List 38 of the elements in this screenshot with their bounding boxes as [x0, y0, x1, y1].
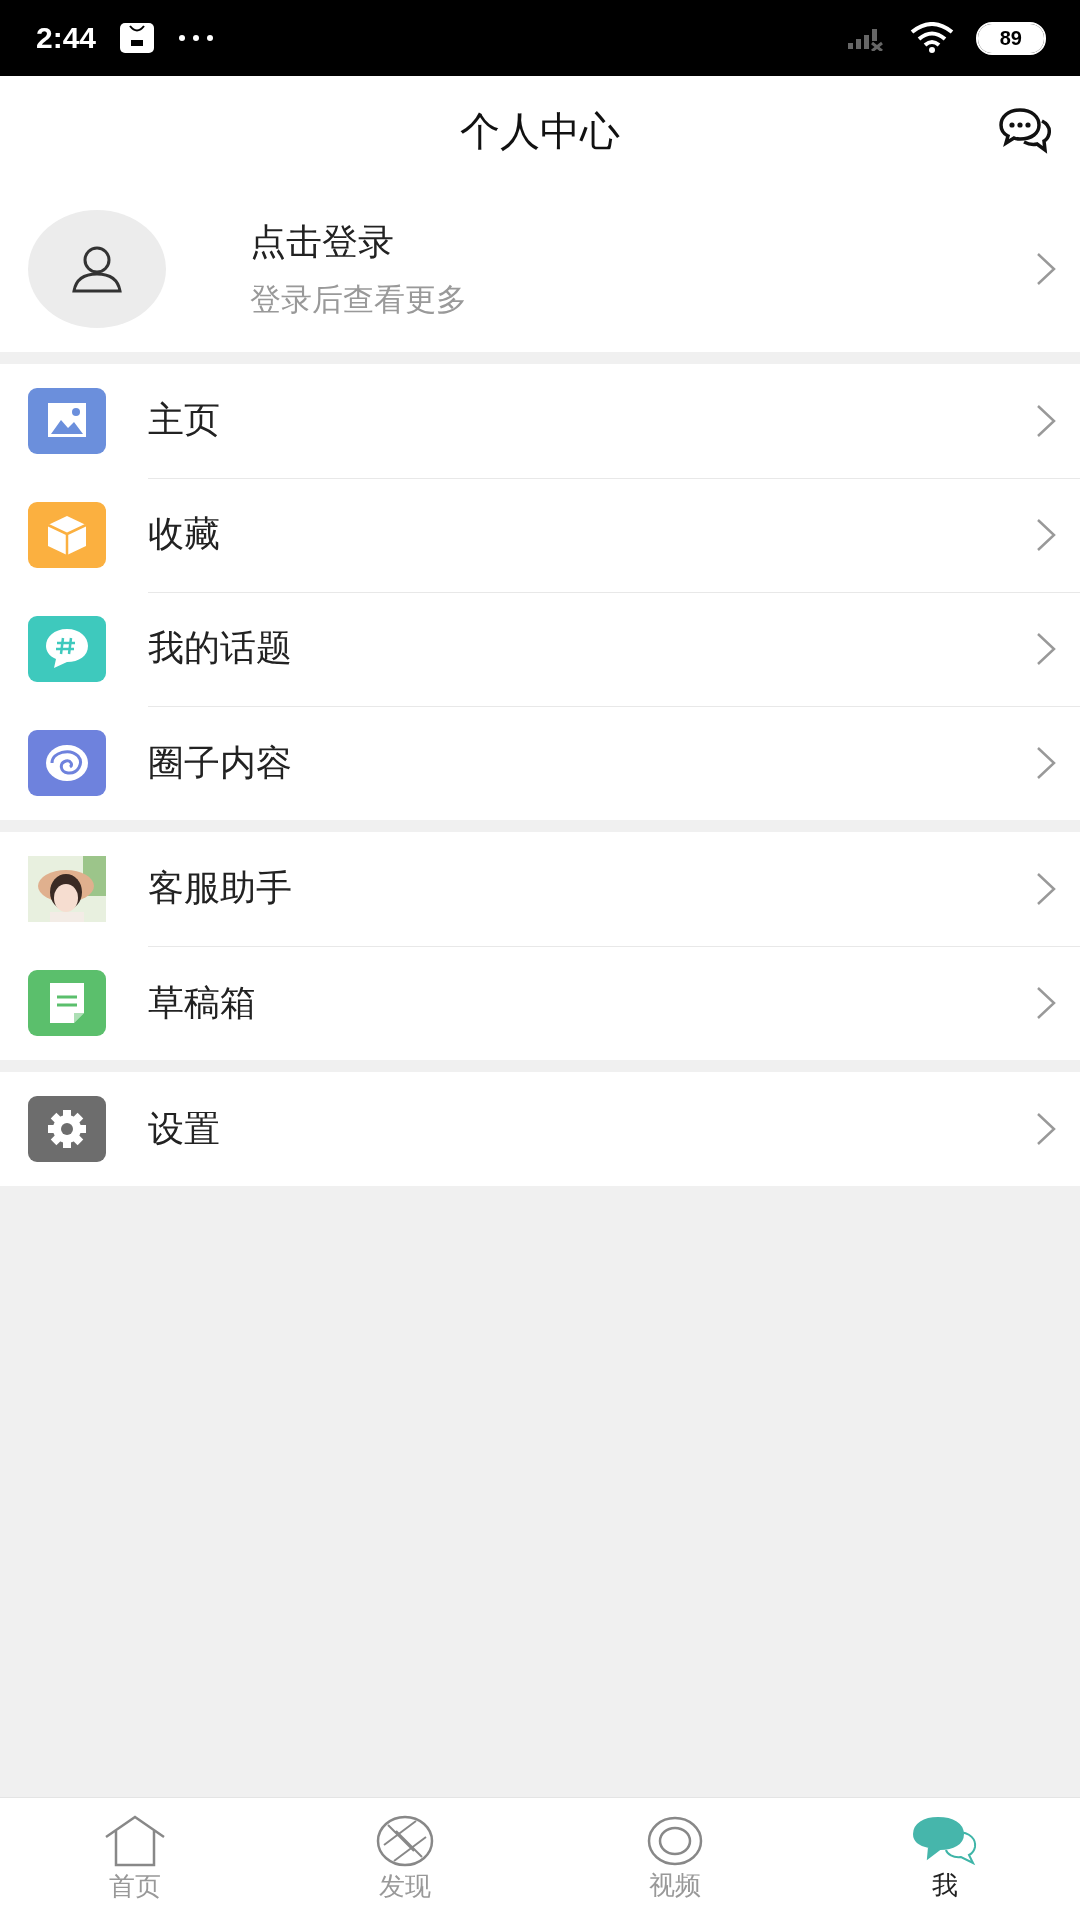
menu-item[interactable]: 设置: [0, 1072, 1080, 1186]
page-title: 个人中心: [460, 106, 620, 156]
ring-icon: [647, 1815, 703, 1866]
battery-indicator: 89: [977, 23, 1044, 53]
login-prompt: 点击登录: [250, 219, 395, 264]
login-row[interactable]: 点击登录 登录后查看更多: [0, 186, 1080, 352]
status-time: 2:44: [36, 21, 97, 55]
chevron-icon: [1036, 986, 1056, 1020]
menu-label: 设置: [148, 1106, 221, 1151]
store-icon: [120, 23, 155, 53]
chevron-icon: [1036, 1112, 1056, 1146]
menu-label: 圈子内容: [148, 740, 293, 785]
chevron-icon: [1036, 252, 1056, 286]
chevron-icon: [1036, 403, 1056, 438]
menu-item[interactable]: 主页: [0, 364, 1080, 478]
user-icon: [71, 245, 123, 293]
menu-label: 草稿箱: [148, 980, 257, 1025]
tab[interactable]: 我: [810, 1798, 1080, 1920]
wifi-icon: [909, 22, 954, 54]
chevron-icon: [1036, 517, 1056, 552]
chevron-icon: [1036, 871, 1056, 906]
menu-label: 我的话题: [148, 626, 293, 670]
menu-item[interactable]: 收藏: [0, 478, 1080, 592]
menu-item[interactable]: 客服助手: [0, 832, 1080, 946]
menu-label: 客服助手: [148, 866, 293, 910]
menu-item[interactable]: 圈子内容: [0, 706, 1080, 820]
menu-label: 收藏: [148, 512, 221, 556]
menu-item[interactable]: 草稿箱: [0, 946, 1080, 1060]
more-icon: [178, 34, 215, 42]
aperture-icon: [376, 1814, 434, 1867]
menu-label: 主页: [148, 398, 221, 442]
home-icon: [104, 1814, 166, 1867]
chevron-icon: [1036, 746, 1056, 780]
chevron-icon: [1036, 631, 1056, 666]
login-subtitle: 登录后查看更多: [250, 279, 468, 319]
chat-icon[interactable]: [998, 106, 1052, 156]
menu-item[interactable]: 我的话题: [0, 592, 1080, 706]
chat-bubbles-icon: [913, 1815, 977, 1866]
